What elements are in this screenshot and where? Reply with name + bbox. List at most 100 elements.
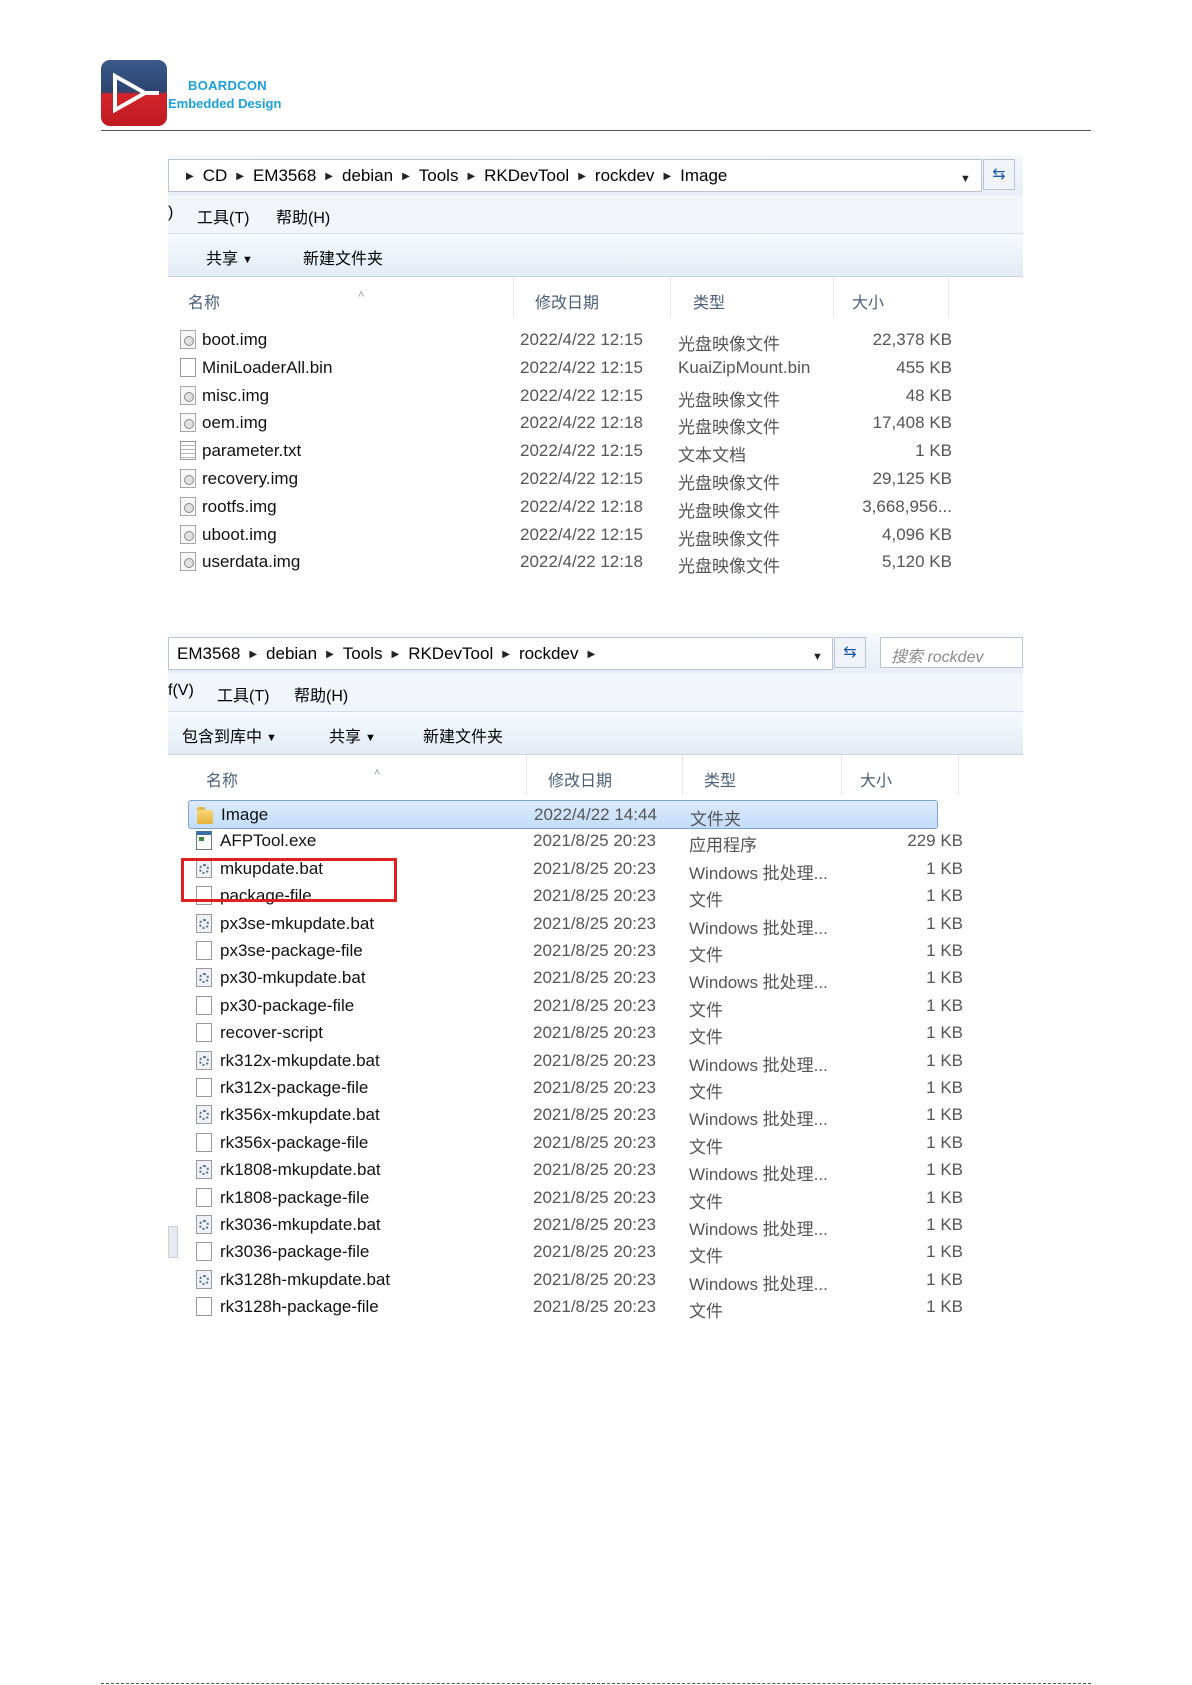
column-date[interactable]: 修改日期 [535,289,599,313]
share-button[interactable]: 共享 ▼ [329,723,376,747]
column-divider[interactable] [841,755,842,795]
breadcrumb-separator-icon[interactable]: ▶ [467,171,475,182]
file-name: rk1808-package-file [220,1187,370,1207]
column-size[interactable]: 大小 [860,767,892,791]
blank-file-icon [196,995,212,1015]
column-divider[interactable] [958,755,959,795]
file-row[interactable]: userdata.img 2022/4/22 12:18 光盘映像文件 5,120 K… [168,548,1023,577]
breadcrumb-separator-icon[interactable]: ▶ [236,171,244,182]
file-row[interactable]: misc.img 2022/4/22 12:15 光盘映像文件 48 KB [168,382,1023,411]
column-name[interactable]: 名称 [206,767,238,791]
breadcrumb-separator-icon[interactable]: ▶ [186,171,194,182]
breadcrumb-item[interactable]: RKDevTool [484,166,569,186]
column-type[interactable]: 类型 [704,767,736,791]
refresh-icon[interactable]: ⇆ [983,159,1015,190]
breadcrumb-item[interactable]: debian [342,166,393,186]
include-in-library-button[interactable]: 包含到库中 ▼ [182,723,277,747]
file-row[interactable]: rk1808-package-file 2021/8/25 20:23 文件 1 KB [168,1184,1023,1213]
menu-item-help[interactable]: 帮助(H) [276,204,330,228]
file-row[interactable]: oem.img 2022/4/22 12:18 光盘映像文件 17,408 KB [168,409,1023,438]
share-button[interactable]: 共享 ▼ [206,245,253,269]
column-divider[interactable] [948,277,949,317]
exe-icon [196,831,212,851]
breadcrumb-item[interactable]: EM3568 [253,166,316,186]
refresh-icon[interactable]: ⇆ [834,637,866,668]
file-date: 2022/4/22 12:15 [520,524,643,544]
address-dropdown-icon[interactable]: ▼ [960,173,971,185]
disc-image-icon [180,524,196,544]
file-row[interactable]: recovery.img 2022/4/22 12:15 光盘映像文件 29,125 … [168,465,1023,494]
breadcrumb-item[interactable]: EM3568 [177,644,240,664]
navigation-pane-scroll-handle[interactable] [168,1226,178,1258]
file-row[interactable]: rk1808-mkupdate.bat 2021/8/25 20:23 Window… [168,1156,1023,1185]
file-row[interactable]: AFPTool.exe 2021/8/25 20:23 应用程序 229 KB [168,827,1023,856]
breadcrumb-item[interactable]: Tools [343,644,383,664]
column-date[interactable]: 修改日期 [548,767,612,791]
new-folder-button[interactable]: 新建文件夹 [423,723,503,747]
file-row[interactable]: rk312x-package-file 2021/8/25 20:23 文件 1 KB [168,1074,1023,1103]
column-divider[interactable] [833,277,834,317]
footer-divider [101,1683,1091,1684]
breadcrumb-path: ▶ CD ▶ EM3568 ▶ debian ▶ Tools ▶ RKDevTool ▶ rockde… [177,166,727,186]
file-row[interactable]: rootfs.img 2022/4/22 12:18 光盘映像文件 3,668,956… [168,493,1023,522]
file-row[interactable]: rk3036-mkupdate.bat 2021/8/25 20:23 Window… [168,1211,1023,1240]
breadcrumb-item[interactable]: debian [266,644,317,664]
file-row[interactable]: px30-mkupdate.bat 2021/8/25 20:23 Windows … [168,964,1023,993]
breadcrumb-separator-icon[interactable]: ▶ [249,649,257,660]
column-name[interactable]: 名称 [188,289,220,313]
breadcrumb-separator-icon[interactable]: ▶ [663,171,671,182]
breadcrumb[interactable]: ▶ CD ▶ EM3568 ▶ debian ▶ Tools ▶ RKDevTool ▶ rockde… [168,159,982,192]
file-row[interactable]: uboot.img 2022/4/22 12:15 光盘映像文件 4,096 KB [168,521,1023,550]
menu-item-help[interactable]: 帮助(H) [294,682,348,706]
file-row[interactable]: rk312x-mkupdate.bat 2021/8/25 20:23 Window… [168,1047,1023,1076]
file-row[interactable]: Image 2022/4/22 14:44 文件夹 [188,800,938,829]
breadcrumb-separator-icon[interactable]: ▶ [502,649,510,660]
file-row[interactable]: MiniLoaderAll.bin 2022/4/22 12:15 KuaiZipM… [168,354,1023,383]
breadcrumb-item[interactable]: Image [680,166,727,186]
column-divider[interactable] [513,277,514,317]
file-row[interactable]: recover-script 2021/8/25 20:23 文件 1 KB [168,1019,1023,1048]
file-size: 1 KB [926,1023,963,1043]
menu-item-tools[interactable]: 工具(T) [197,204,249,228]
file-date: 2021/8/25 20:23 [533,1297,656,1317]
file-name: rk356x-mkupdate.bat [220,1105,380,1125]
file-row[interactable]: rk356x-package-file 2021/8/25 20:23 文件 1 KB [168,1129,1023,1158]
menu-item-tools[interactable]: 工具(T) [217,682,269,706]
column-divider[interactable] [526,755,527,795]
menu-item-view[interactable]: ) [168,204,173,222]
breadcrumb-separator-icon[interactable]: ▶ [326,649,334,660]
file-name: Image [221,805,269,824]
address-dropdown-icon[interactable]: ▼ [812,651,823,663]
breadcrumb-separator-icon[interactable]: ▶ [587,649,595,660]
column-type[interactable]: 类型 [693,289,725,313]
column-divider[interactable] [682,755,683,795]
breadcrumb-item[interactable]: Tools [419,166,459,186]
menu-item-view[interactable]: f(V) [168,682,194,700]
file-row[interactable]: px30-package-file 2021/8/25 20:23 文件 1 KB [168,992,1023,1021]
file-row[interactable]: parameter.txt 2022/4/22 12:15 文本文档 1 KB [168,437,1023,466]
file-type: 文本文档 [678,446,746,466]
file-name: recover-script [220,1023,323,1043]
breadcrumb-item[interactable]: RKDevTool [408,644,493,664]
breadcrumb-item[interactable]: CD [203,166,228,186]
search-input[interactable]: 搜索 rockdev [880,637,1023,668]
column-size[interactable]: 大小 [852,289,884,313]
file-row[interactable]: px3se-package-file 2021/8/25 20:23 文件 1 KB [168,937,1023,966]
breadcrumb-item[interactable]: rockdev [595,166,655,186]
annotation-highlight-box [181,858,397,902]
file-row[interactable]: rk3036-package-file 2021/8/25 20:23 文件 1 KB [168,1238,1023,1267]
file-row[interactable]: rk3128h-package-file 2021/8/25 20:23 文件 1 K… [168,1293,1023,1322]
file-row[interactable]: rk3128h-mkupdate.bat 2021/8/25 20:23 Windo… [168,1266,1023,1295]
breadcrumb-separator-icon[interactable]: ▶ [402,171,410,182]
file-row[interactable]: rk356x-mkupdate.bat 2021/8/25 20:23 Window… [168,1101,1023,1130]
new-folder-button[interactable]: 新建文件夹 [303,245,383,269]
file-row[interactable]: px3se-mkupdate.bat 2021/8/25 20:23 Windows… [168,910,1023,939]
breadcrumb[interactable]: EM3568 ▶ debian ▶ Tools ▶ RKDevTool ▶ rockdev ▶ ▼ [168,637,833,670]
breadcrumb-separator-icon[interactable]: ▶ [325,171,333,182]
batch-file-icon [196,968,212,988]
breadcrumb-separator-icon[interactable]: ▶ [578,171,586,182]
column-divider[interactable] [670,277,671,317]
breadcrumb-item[interactable]: rockdev [519,644,579,664]
file-row[interactable]: boot.img 2022/4/22 12:15 光盘映像文件 22,378 KB [168,326,1023,355]
breadcrumb-separator-icon[interactable]: ▶ [391,649,399,660]
